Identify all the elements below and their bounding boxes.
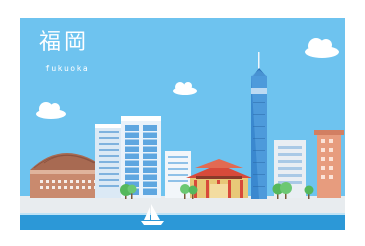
hotel-tower-left: [95, 124, 123, 198]
shoreline: [20, 213, 345, 215]
salmon-tower: [314, 130, 344, 198]
city-name-kanji: 福岡: [39, 30, 90, 55]
water: [20, 213, 345, 230]
fukuoka-skyline-illustration: 福岡 fukuoka: [20, 18, 345, 230]
postcard-frame: 福岡 fukuoka: [0, 0, 365, 246]
city-name-romaji: fukuoka: [45, 64, 90, 73]
